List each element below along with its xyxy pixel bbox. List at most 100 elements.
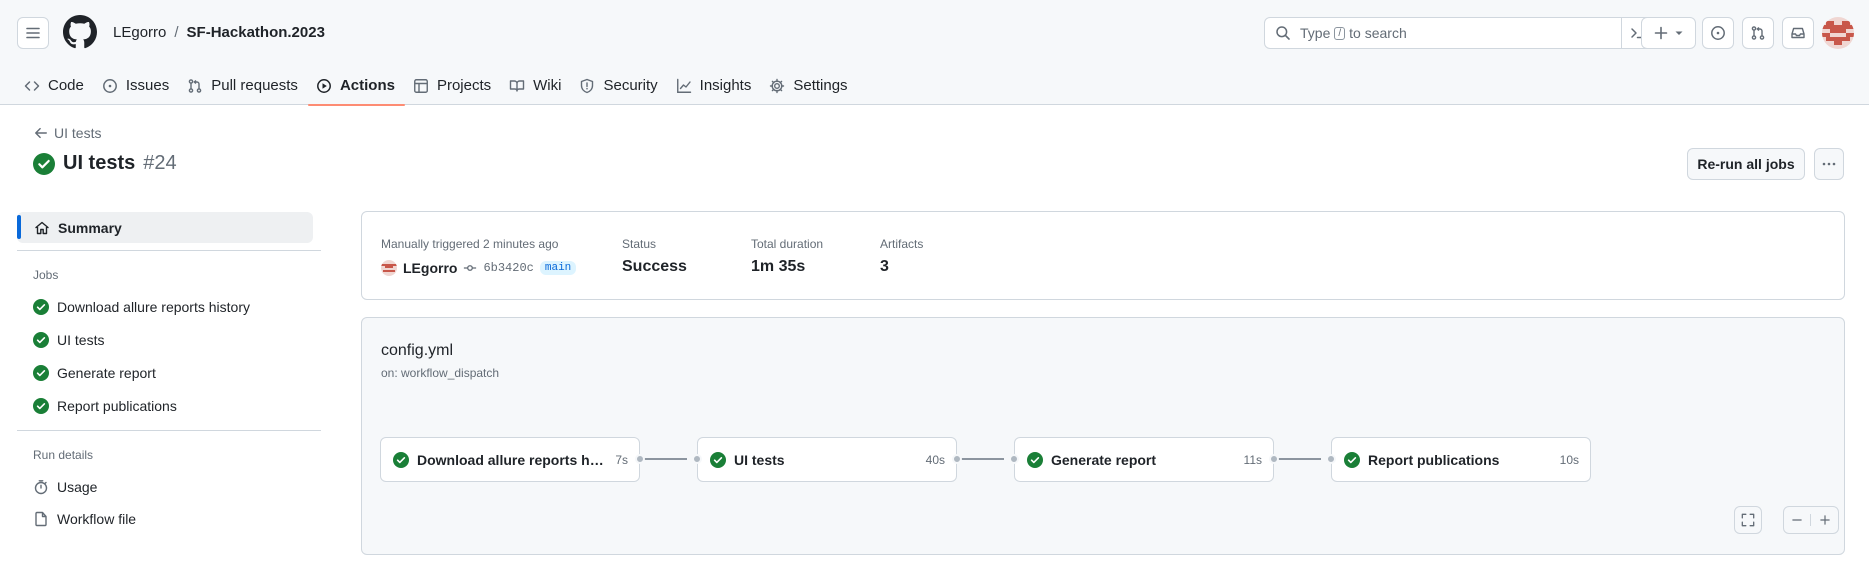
play-icon <box>316 78 332 94</box>
issue-opened-icon <box>102 78 118 94</box>
job-node[interactable]: Report publications 10s <box>1331 437 1591 482</box>
issue-opened-icon <box>1710 25 1726 41</box>
triangle-down-icon <box>1674 28 1684 38</box>
tab-label: Actions <box>339 77 395 94</box>
tab-wiki[interactable]: Wiki <box>501 66 571 105</box>
check-circle-fill-icon <box>33 152 55 175</box>
run-title-text: UI tests <box>63 152 136 174</box>
tab-code[interactable]: Code <box>16 66 94 105</box>
gear-icon <box>769 78 785 94</box>
book-icon <box>509 78 525 94</box>
run-summary-card: Manually triggered 2 minutes ago LEgorro… <box>361 211 1845 300</box>
sidebar-job-item[interactable]: Download allure reports history <box>33 297 250 317</box>
search-icon <box>1275 25 1291 41</box>
sidebar-job-item[interactable]: Report publications <box>33 396 177 416</box>
zoom-out-button[interactable] <box>1784 514 1812 526</box>
sidebar-item-label: Usage <box>57 479 98 495</box>
job-connector <box>642 458 687 460</box>
sidebar-divider <box>17 430 321 431</box>
tab-label: Wiki <box>533 77 562 94</box>
connector-dot <box>1009 454 1019 464</box>
job-duration: 7s <box>615 452 628 467</box>
repo-tabs: Code Issues Pull requests Actions Projec… <box>16 66 858 106</box>
tab-label: Issues <box>125 77 170 94</box>
table-icon <box>413 78 429 94</box>
sidebar-item-workflow-file[interactable]: Workflow file <box>33 509 136 529</box>
issues-button[interactable] <box>1702 17 1734 49</box>
artifacts-count[interactable]: 3 <box>880 258 889 276</box>
tab-security[interactable]: Security <box>571 66 667 105</box>
sidebar-item-usage[interactable]: Usage <box>33 477 97 497</box>
status-value: Success <box>622 258 687 275</box>
workflow-graph: config.yml on: workflow_dispatch Downloa… <box>361 317 1845 555</box>
menu-button[interactable] <box>17 17 49 49</box>
inbox-icon <box>1790 25 1806 41</box>
job-node[interactable]: Generate report 11s <box>1014 437 1274 482</box>
dash-icon <box>1791 514 1803 526</box>
tab-pull-requests[interactable]: Pull requests <box>179 66 308 105</box>
pull-requests-button[interactable] <box>1742 17 1774 49</box>
job-node[interactable]: UI tests 40s <box>697 437 957 482</box>
run-number: #24 <box>143 152 177 174</box>
check-circle-fill-icon <box>33 398 49 414</box>
connector-dot <box>635 454 645 464</box>
git-commit-icon <box>463 261 477 275</box>
home-icon <box>34 220 50 236</box>
search-shortcut-key: / <box>1334 26 1346 40</box>
tab-label: Code <box>48 77 84 94</box>
tab-insights[interactable]: Insights <box>668 66 762 105</box>
inbox-button[interactable] <box>1782 17 1814 49</box>
zoom-controls <box>1783 506 1839 534</box>
check-circle-fill-icon <box>33 299 49 315</box>
breadcrumb: LEgorro / SF-Hackathon.2023 <box>113 24 325 41</box>
repo-name-link[interactable]: SF-Hackathon.2023 <box>187 24 325 41</box>
search-input[interactable]: Type / to search <box>1264 17 1652 49</box>
job-node[interactable]: Download allure reports history 7s <box>380 437 640 482</box>
duration-value: 1m 35s <box>751 258 806 275</box>
tab-label: Insights <box>699 77 752 94</box>
github-logo-icon[interactable] <box>63 15 97 49</box>
rerun-all-jobs-button[interactable]: Re-run all jobs <box>1687 148 1805 180</box>
tab-projects[interactable]: Projects <box>405 66 501 105</box>
branch-badge[interactable]: main <box>539 261 577 275</box>
more-options-button[interactable] <box>1814 148 1844 180</box>
connector-dot <box>1326 454 1336 464</box>
check-circle-fill-icon <box>1027 451 1043 468</box>
sidebar-item-label: Workflow file <box>57 511 137 527</box>
back-link-label: UI tests <box>54 125 102 141</box>
duration-label: Total duration <box>751 237 824 251</box>
user-avatar[interactable] <box>1822 17 1854 49</box>
search-placeholder-prefix: Type <box>1300 25 1331 41</box>
back-to-workflow-link[interactable]: UI tests <box>34 125 101 141</box>
sidebar-item-summary[interactable]: Summary <box>17 212 313 243</box>
fullscreen-button[interactable] <box>1734 506 1762 534</box>
create-new-button[interactable] <box>1641 17 1696 49</box>
page-title: UI tests #24 <box>33 152 177 175</box>
sidebar-jobs-heading: Jobs <box>33 268 59 282</box>
user-avatar[interactable] <box>381 260 397 276</box>
triggered-by: LEgorro 6b3420c main <box>381 260 577 276</box>
tab-issues[interactable]: Issues <box>94 66 179 105</box>
tab-actions[interactable]: Actions <box>307 66 405 106</box>
sidebar-item-label: Generate report <box>57 365 156 381</box>
artifacts-label: Artifacts <box>880 237 924 251</box>
trigger-label: Manually triggered 2 minutes ago <box>381 237 559 251</box>
job-name: Report publications <box>1368 451 1500 468</box>
sidebar-job-item[interactable]: Generate report <box>33 363 156 383</box>
connector-dot <box>1269 454 1279 464</box>
sidebar-job-item[interactable]: UI tests <box>33 330 104 350</box>
arrow-left-icon <box>34 126 48 140</box>
kebab-horizontal-icon <box>1821 156 1837 172</box>
plus-icon <box>1653 25 1669 41</box>
check-circle-fill-icon <box>33 332 49 348</box>
breadcrumb-separator: / <box>174 24 179 41</box>
job-connector <box>959 458 1004 460</box>
tab-settings[interactable]: Settings <box>761 66 857 105</box>
zoom-in-button[interactable] <box>1811 514 1838 526</box>
username-link[interactable]: LEgorro <box>403 260 457 276</box>
status-label: Status <box>622 237 657 251</box>
repo-owner-link[interactable]: LEgorro <box>113 24 166 41</box>
tab-label: Projects <box>436 77 492 94</box>
tab-label: Security <box>603 77 658 94</box>
commit-sha-link[interactable]: 6b3420c <box>483 261 533 275</box>
